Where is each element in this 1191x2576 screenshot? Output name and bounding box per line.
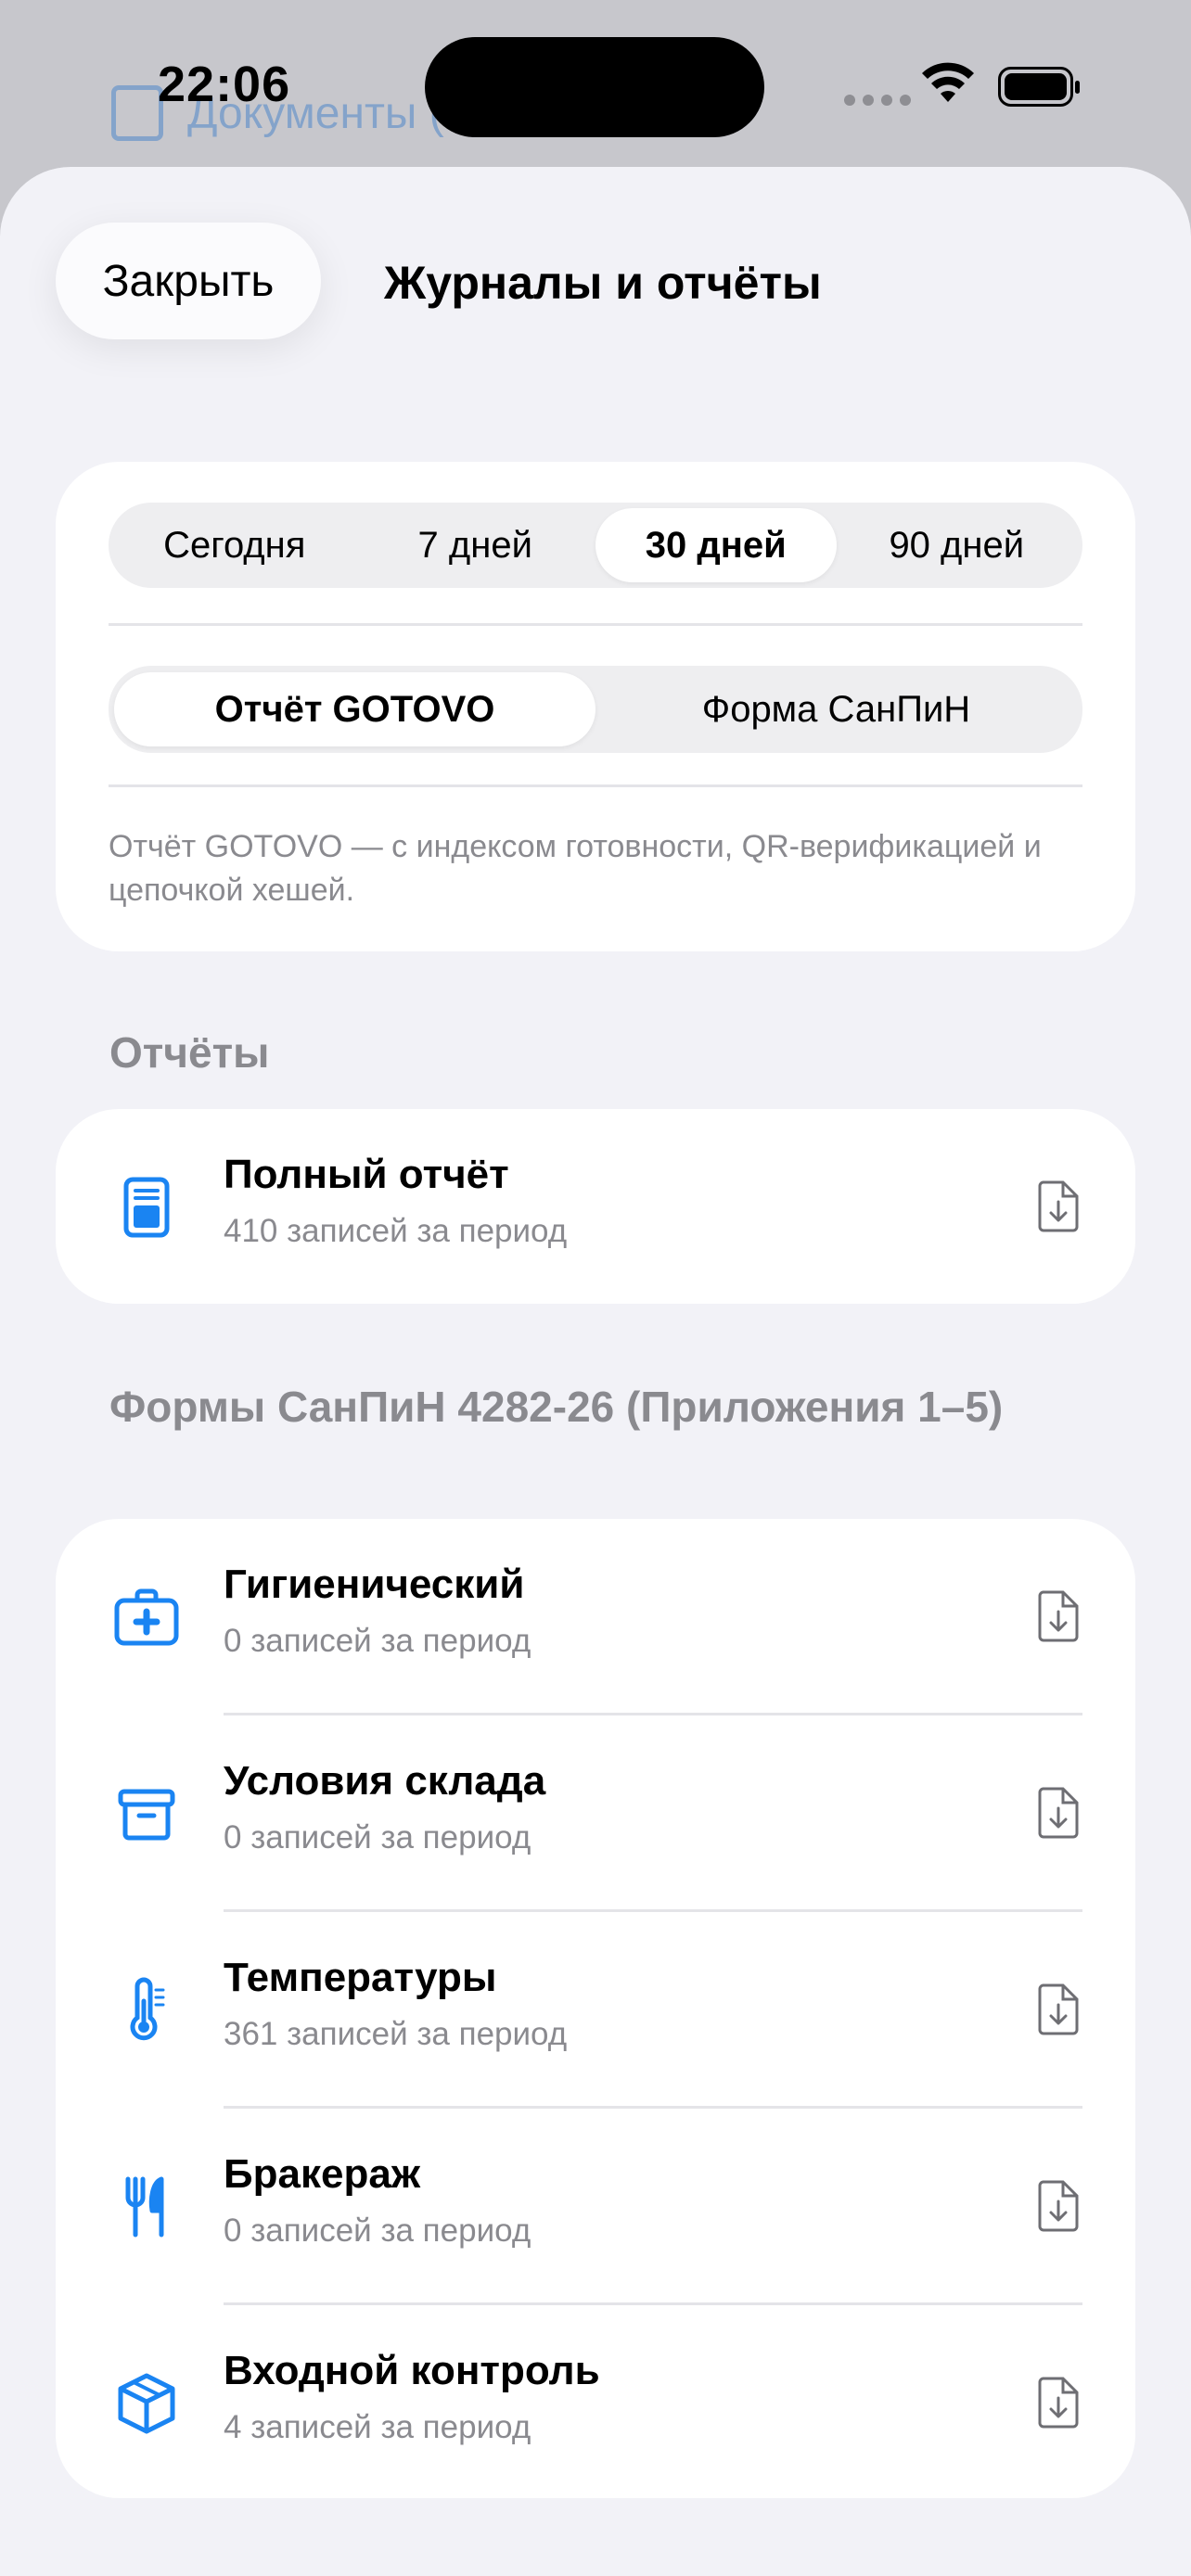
status-bar: 22:06 bbox=[0, 0, 1191, 167]
download-document-icon[interactable] bbox=[1037, 2376, 1080, 2429]
sheet-title: Журналы и отчёты bbox=[384, 257, 822, 309]
thermometer-icon bbox=[130, 1977, 165, 2041]
divider bbox=[109, 623, 1082, 626]
list-item-subtitle: 0 записей за период bbox=[224, 1623, 531, 1659]
list-item-subtitle: 361 записей за период bbox=[224, 2016, 568, 2052]
list-item-title: Бракераж bbox=[224, 2151, 421, 2197]
dynamic-island bbox=[425, 37, 764, 137]
report-type-gotovo[interactable]: Отчёт GOTOVO bbox=[114, 672, 596, 746]
archive-box-icon bbox=[118, 1789, 175, 1841]
divider bbox=[109, 784, 1082, 787]
wifi-icon bbox=[922, 62, 974, 102]
list-item-temperatures[interactable]: Температуры 361 записей за период bbox=[56, 1912, 1135, 2109]
period-segmented-control: Сегодня 7 дней 30 дней 90 дней bbox=[109, 503, 1082, 588]
list-item-incoming-control[interactable]: Входной контроль 4 записей за период bbox=[56, 2305, 1135, 2502]
fork-knife-icon bbox=[125, 2176, 164, 2238]
battery-icon bbox=[998, 67, 1080, 107]
sanpin-forms-list: Гигиенический 0 записей за период Услови… bbox=[56, 1519, 1135, 2498]
report-type-sanpin[interactable]: Форма СанПиН bbox=[596, 672, 1077, 746]
section-title-reports: Отчёты bbox=[109, 1028, 270, 1077]
list-item-subtitle: 0 записей за период bbox=[224, 2213, 531, 2249]
period-option-today[interactable]: Сегодня bbox=[114, 508, 355, 582]
report-settings-card-body: Сегодня 7 дней 30 дней 90 дней Отчёт GOT… bbox=[56, 462, 1135, 951]
download-document-icon[interactable] bbox=[1037, 1180, 1080, 1233]
period-option-90-days[interactable]: 90 дней bbox=[837, 508, 1078, 582]
medkit-icon bbox=[114, 1588, 179, 1646]
list-item-title: Температуры bbox=[224, 1955, 497, 2000]
list-item-title: Гигиенический bbox=[224, 1562, 525, 1607]
list-item-subtitle: 410 записей за период bbox=[224, 1213, 568, 1249]
period-option-30-days[interactable]: 30 дней bbox=[596, 508, 837, 582]
section-title-sanpin-forms: Формы СанПиН 4282-26 (Приложения 1–5) bbox=[109, 1383, 1004, 1431]
close-button[interactable]: Закрыть bbox=[56, 223, 321, 339]
download-document-icon[interactable] bbox=[1037, 1983, 1080, 2036]
reports-list: Полный отчёт 410 записей за период bbox=[56, 1109, 1135, 1304]
list-item-subtitle: 4 записей за период bbox=[224, 2409, 531, 2445]
list-item-storage-conditions[interactable]: Условия склада 0 записей за период bbox=[56, 1715, 1135, 1912]
download-document-icon[interactable] bbox=[1037, 2179, 1080, 2233]
list-item-title: Условия склада bbox=[224, 1758, 546, 1804]
list-item-title: Входной контроль bbox=[224, 2348, 600, 2393]
list-item-full-report[interactable]: Полный отчёт 410 записей за период bbox=[56, 1109, 1135, 1306]
list-item-title: Полный отчёт bbox=[224, 1152, 509, 1197]
list-item-brakerazh[interactable]: Бракераж 0 записей за период bbox=[56, 2109, 1135, 2305]
package-icon bbox=[118, 2373, 175, 2434]
list-item-hygiene[interactable]: Гигиенический 0 записей за период bbox=[56, 1519, 1135, 1715]
download-document-icon[interactable] bbox=[1037, 1589, 1080, 1643]
report-type-description: Отчёт GOTOVO — с индексом готовности, QR… bbox=[109, 829, 1042, 908]
download-document-icon[interactable] bbox=[1037, 1786, 1080, 1840]
document-icon bbox=[123, 1177, 170, 1238]
cellular-signal-icon bbox=[844, 95, 911, 106]
period-option-7-days[interactable]: 7 дней bbox=[355, 508, 596, 582]
status-time: 22:06 bbox=[158, 57, 291, 112]
report-type-segmented-control: Отчёт GOTOVO Форма СанПиН bbox=[109, 666, 1082, 753]
list-item-subtitle: 0 записей за период bbox=[224, 1819, 531, 1855]
